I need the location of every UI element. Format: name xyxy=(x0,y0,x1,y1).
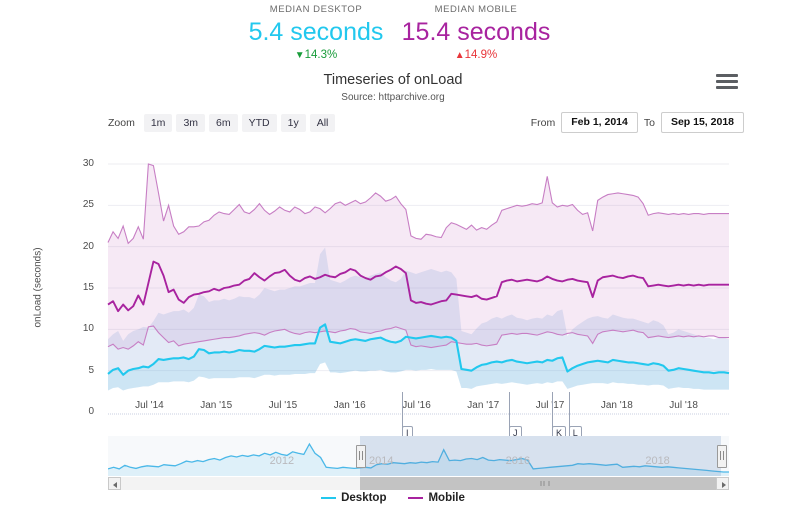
chart-legend: Desktop Mobile xyxy=(0,492,786,504)
kpi-median-desktop-delta: ▼14.3% xyxy=(236,48,396,63)
arrow-left-icon xyxy=(113,481,117,488)
navigator[interactable]: 2012 2014 2016 2018 xyxy=(108,436,729,476)
arrow-right-icon xyxy=(722,481,726,488)
legend-item-mobile[interactable]: Mobile xyxy=(408,492,465,504)
kpi-median-desktop-value: 5.4 seconds xyxy=(248,18,384,46)
legend-swatch-desktop xyxy=(321,496,337,500)
legend-label-desktop: Desktop xyxy=(341,492,387,504)
y-tick-0: 0 xyxy=(88,406,94,417)
triangle-down-icon: ▼ xyxy=(294,50,305,61)
kpi-median-mobile-label: MEDIAN MOBILE xyxy=(434,4,518,15)
legend-swatch-mobile xyxy=(408,496,424,500)
navigator-scrollbar[interactable] xyxy=(108,477,729,490)
navigator-year-2016: 2016 xyxy=(505,455,531,467)
kpi-median-desktop-label: MEDIAN DESKTOP xyxy=(269,4,363,15)
x-tick-8: Jul '18 xyxy=(669,400,698,411)
x-tick-0: Jul '14 xyxy=(135,400,164,411)
navigator-right-handle[interactable] xyxy=(717,445,727,468)
page-root: MEDIAN DESKTOP 5.4 seconds ▼14.3% MEDIAN… xyxy=(0,0,786,515)
legend-item-desktop[interactable]: Desktop xyxy=(321,492,386,504)
y-tick-15: 15 xyxy=(82,282,94,293)
x-tick-2: Jul '15 xyxy=(268,400,298,411)
x-tick-5: Jan '17 xyxy=(467,400,500,411)
flag-stem xyxy=(402,392,404,428)
y-tick-25: 25 xyxy=(82,199,94,211)
x-tick-7: Jan '18 xyxy=(600,400,633,411)
y-tick-10: 10 xyxy=(82,323,94,335)
x-tick-6: Jul '17 xyxy=(535,400,565,411)
kpi-median-desktop-delta-value: 14.3% xyxy=(304,49,338,61)
y-tick-5: 5 xyxy=(88,364,94,376)
kpi-median-mobile-delta: ▲14.9% xyxy=(396,48,556,63)
scroll-right-button[interactable] xyxy=(716,477,729,490)
thumb-grip-icon xyxy=(540,481,549,486)
flag-stem xyxy=(552,392,553,428)
chart-card: Timeseries of onLoad Source: httparchive… xyxy=(0,62,786,515)
handle-grip-icon xyxy=(720,451,724,460)
kpi-median-desktop: MEDIAN DESKTOP 5.4 seconds ▼14.3% xyxy=(236,4,396,63)
legend-label-mobile: Mobile xyxy=(428,492,465,504)
y-tick-30: 30 xyxy=(82,158,94,169)
kpi-median-mobile-value: 15.4 seconds xyxy=(401,18,551,46)
kpi-median-mobile-delta-value: 14.9% xyxy=(464,49,498,61)
scroll-left-button[interactable] xyxy=(108,477,121,490)
navigator-left-handle[interactable] xyxy=(356,445,366,468)
x-tick-4: Jul '16 xyxy=(402,400,431,411)
handle-grip-icon xyxy=(359,451,363,460)
flag-stem xyxy=(568,392,570,428)
kpi-median-mobile: MEDIAN MOBILE 15.4 seconds ▲14.9% xyxy=(396,4,556,63)
triangle-up-icon: ▲ xyxy=(454,50,465,61)
scrollbar-thumb[interactable] xyxy=(360,477,729,490)
navigator-year-2018: 2018 xyxy=(645,455,670,467)
navigator-year-2012: 2012 xyxy=(269,455,295,467)
x-tick-1: Jan '15 xyxy=(200,400,233,411)
x-tick-3: Jan '16 xyxy=(333,400,366,411)
kpi-header: MEDIAN DESKTOP 5.4 seconds ▼14.3% MEDIAN… xyxy=(0,0,786,62)
flag-stem xyxy=(509,392,511,428)
y-tick-20: 20 xyxy=(82,240,94,252)
